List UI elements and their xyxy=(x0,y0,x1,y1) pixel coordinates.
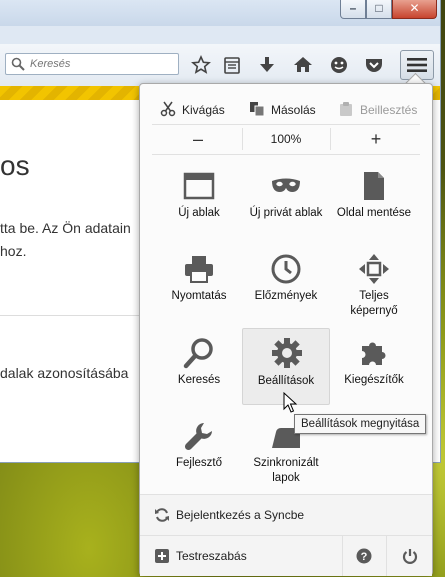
footer-separator xyxy=(342,536,343,576)
print-label: Nyomtatás xyxy=(171,290,227,302)
page-text-line: tta be. Az Ön adatain xyxy=(0,220,131,236)
zoom-in-button[interactable]: + xyxy=(366,129,386,150)
zoom-reset-button[interactable]: 100% xyxy=(256,132,316,146)
search-input[interactable] xyxy=(30,56,170,72)
main-menu-panel: Kivágás Másolás Beillesztés – 100% + Új … xyxy=(139,83,433,576)
cut-label: Kivágás xyxy=(182,103,225,117)
edit-controls: Kivágás Másolás Beillesztés xyxy=(154,96,418,124)
developer-button[interactable]: Fejlesztő xyxy=(155,416,243,494)
maximize-button[interactable]: □ xyxy=(366,0,392,19)
fullscreen-button[interactable]: Teljes képernyő xyxy=(330,249,418,327)
new-window-label: Új ablak xyxy=(178,207,220,219)
printer-icon xyxy=(185,256,213,283)
customize-row: Testreszabás ? xyxy=(140,535,432,576)
power-icon xyxy=(402,549,418,564)
bookmark-star-icon[interactable] xyxy=(191,55,211,75)
minimize-icon: – xyxy=(349,1,357,15)
copy-button[interactable]: Másolás xyxy=(249,96,335,124)
new-window-icon xyxy=(183,172,215,200)
search-icon xyxy=(11,57,25,71)
magnifier-icon xyxy=(183,338,213,369)
help-button[interactable]: ? xyxy=(345,536,383,576)
search-box[interactable] xyxy=(5,53,179,75)
download-icon[interactable] xyxy=(257,55,277,75)
history-button[interactable]: Előzmények xyxy=(242,249,330,327)
developer-label: Fejlesztő xyxy=(175,457,223,469)
quit-button[interactable] xyxy=(391,536,429,576)
print-button[interactable]: Nyomtatás xyxy=(155,249,243,327)
home-icon[interactable] xyxy=(293,55,313,75)
wrench-icon xyxy=(184,423,212,451)
history-label: Előzmények xyxy=(254,290,318,302)
fullscreen-icon xyxy=(359,254,389,284)
pocket-icon[interactable] xyxy=(364,55,384,75)
sync-signin-label: Bejelentkezés a Syncbe xyxy=(176,508,305,522)
save-page-label: Oldal mentése xyxy=(336,207,412,219)
find-button[interactable]: Keresés xyxy=(155,333,243,411)
clipboard-icon xyxy=(340,102,352,116)
paste-label: Beillesztés xyxy=(360,103,418,117)
paste-button[interactable]: Beillesztés xyxy=(338,96,428,124)
chat-icon[interactable] xyxy=(329,55,349,75)
mouse-cursor xyxy=(283,392,297,413)
reading-list-icon[interactable] xyxy=(222,55,242,75)
close-window-button[interactable]: ✕ xyxy=(392,0,437,19)
private-mask-icon xyxy=(272,178,300,192)
zoom-separator xyxy=(330,128,331,150)
new-private-window-button[interactable]: Új privát ablak xyxy=(242,166,330,244)
addons-label: Kiegészítők xyxy=(344,374,404,386)
copy-label: Másolás xyxy=(271,103,316,117)
content-divider xyxy=(0,315,140,316)
synced-tabs-label: Szinkronizált lapok xyxy=(253,457,319,484)
scissors-icon xyxy=(160,101,176,117)
svg-text:?: ? xyxy=(361,551,368,563)
preferences-label: Beállítások xyxy=(257,375,315,387)
close-icon: ✕ xyxy=(409,1,420,15)
zoom-separator xyxy=(242,128,243,150)
save-page-icon xyxy=(364,172,384,200)
gear-icon xyxy=(272,338,302,368)
maximize-icon: □ xyxy=(375,1,383,15)
addons-button[interactable]: Kiegészítők xyxy=(330,333,418,411)
fullscreen-label: Teljes képernyő xyxy=(350,290,398,317)
help-icon: ? xyxy=(356,548,372,564)
zoom-out-button[interactable]: – xyxy=(188,129,208,150)
save-page-button[interactable]: Oldal mentése xyxy=(330,166,418,244)
hamburger-menu-icon xyxy=(407,58,427,72)
customize-button[interactable]: Testreszabás xyxy=(140,536,340,576)
copy-icon xyxy=(250,102,265,117)
sync-signin-row[interactable]: Bejelentkezés a Syncbe xyxy=(140,494,432,535)
minimize-button[interactable]: – xyxy=(340,0,366,19)
cut-button[interactable]: Kivágás xyxy=(160,96,246,124)
customize-label: Testreszabás xyxy=(176,549,247,563)
page-text-line: dalak azonosításába xyxy=(0,365,129,381)
tooltip: Beállítások megnyitása xyxy=(294,414,427,434)
sync-icon xyxy=(155,508,169,522)
footer-separator xyxy=(386,536,387,576)
page-text-line: hoz. xyxy=(0,243,27,259)
page-heading: os xyxy=(0,150,30,181)
separator xyxy=(152,124,420,125)
new-private-window-label: Új privát ablak xyxy=(249,207,323,219)
puzzle-icon xyxy=(362,342,386,365)
find-label: Keresés xyxy=(177,374,221,386)
plus-icon xyxy=(155,549,169,563)
separator xyxy=(152,154,420,155)
zoom-controls: – 100% + xyxy=(154,126,418,152)
history-clock-icon xyxy=(271,254,301,284)
new-window-button[interactable]: Új ablak xyxy=(155,166,243,244)
title-bar: – □ ✕ xyxy=(0,0,440,26)
